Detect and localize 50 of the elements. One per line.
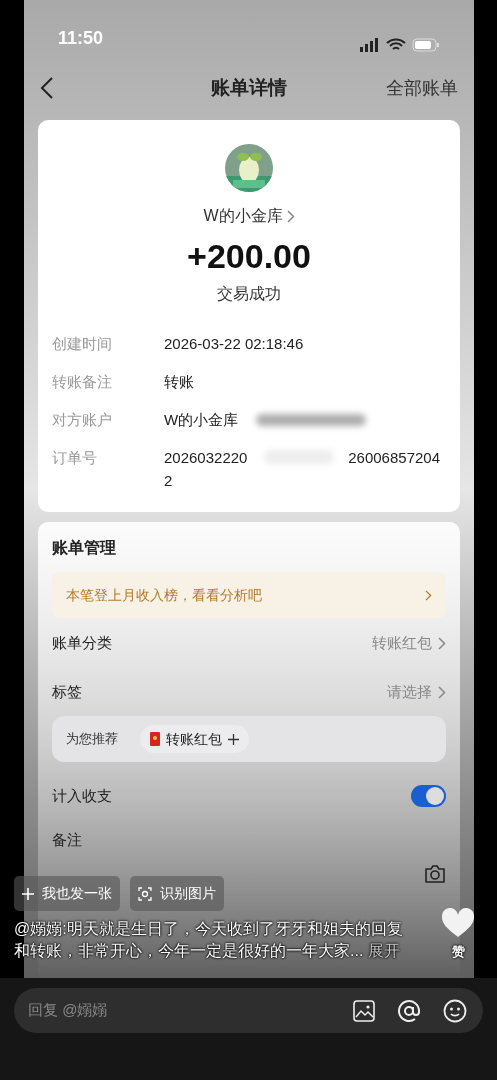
page-title: 账单详情 (211, 75, 287, 100)
back-icon[interactable] (40, 77, 54, 99)
heart-icon[interactable] (441, 908, 475, 938)
detail-value: 转账 (164, 373, 194, 390)
like-label: 赞 (451, 943, 465, 961)
chevron-right-icon (438, 637, 446, 650)
envelope-icon (150, 732, 160, 746)
emoji-icon[interactable] (443, 998, 467, 1023)
chevron-right-icon (425, 589, 432, 601)
recommend-label: 为您推荐 (66, 730, 118, 749)
income-rank-banner[interactable]: 本笔登上月收入榜，看看分析吧 (52, 572, 446, 618)
overlay-button[interactable]: 我也发一张 (14, 876, 120, 911)
detail-value: W的小金库 (164, 411, 239, 428)
all-bills-link[interactable]: 全部账单 (386, 74, 458, 102)
reply-input[interactable]: 回复 @嫋嫋 (28, 999, 353, 1022)
image-icon[interactable] (353, 999, 375, 1022)
wifi-icon (386, 38, 406, 52)
plus-icon (22, 887, 34, 900)
detail-label: 订单号 (52, 448, 98, 468)
payer-name[interactable]: W的小金库 (203, 204, 283, 228)
row-label: 账单分类 (52, 633, 112, 654)
section-title: 账单管理 (52, 539, 116, 556)
overlay-button[interactable]: 识别图片 (130, 876, 224, 911)
plus-icon (228, 733, 239, 745)
reply-field[interactable]: 回复 @嫋嫋 (14, 988, 483, 1033)
detail-value: 2026032220 (164, 448, 248, 468)
amount: +200.00 (187, 236, 311, 276)
detail-label: 创建时间 (52, 334, 113, 354)
detail-value: 2 (164, 471, 174, 491)
mention-icon[interactable] (397, 998, 421, 1023)
detail-label: 对方账户 (52, 410, 113, 430)
chevron-right-icon (286, 209, 295, 223)
toggle-switch[interactable] (411, 785, 446, 807)
detail-value: 2026-03-22 02:18:46 (164, 335, 304, 352)
battery-icon (412, 38, 440, 52)
row-label: 标签 (52, 682, 82, 703)
camera-icon[interactable] (424, 864, 446, 884)
row-label: 计入收支 (52, 785, 112, 806)
detail-value: 26006857204 (348, 448, 440, 468)
signal-icon (360, 38, 380, 52)
scan-icon (138, 886, 152, 901)
chevron-right-icon (438, 686, 446, 699)
row-value[interactable]: 请选择 (387, 681, 432, 704)
row-value[interactable]: 转账红包 (372, 632, 432, 655)
post-caption: @嫋嫋:明天就是生日了，今天收到了牙牙和姐夫的回复和转账，非常开心，今年一定是很好的一年大家... 展开 (14, 919, 404, 961)
detail-label: 转账备注 (52, 372, 113, 392)
status-time: 11:50 (58, 27, 104, 50)
transaction-status: 交易成功 (217, 284, 281, 304)
tag-chip[interactable]: 转账红包 (140, 725, 249, 753)
row-label: 备注 (52, 829, 82, 850)
